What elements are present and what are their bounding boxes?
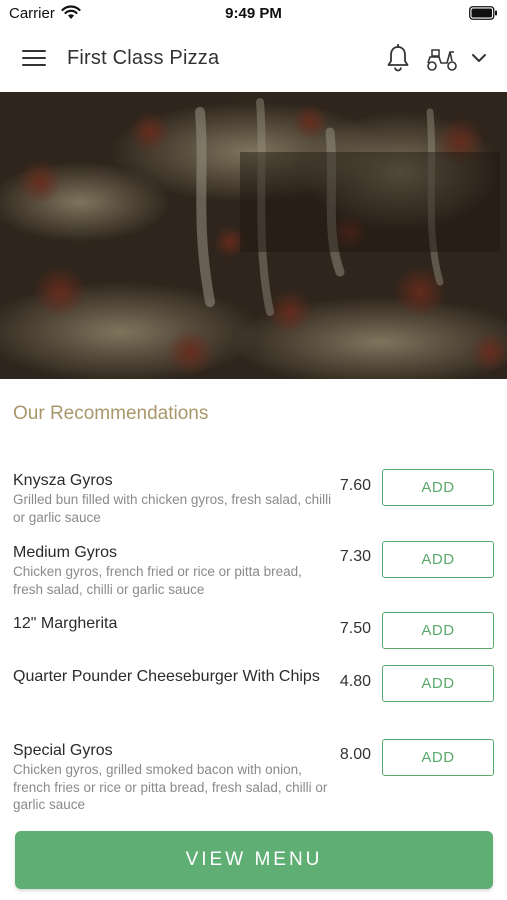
bell-icon[interactable] [385,44,411,72]
app-header: First Class Pizza [0,26,507,92]
item-price: 8.00 [339,746,371,763]
status-time: 9:49 PM [225,5,282,22]
item-name: Knysza Gyros [13,472,113,489]
add-button[interactable]: ADD [382,739,494,776]
add-button[interactable]: ADD [382,469,494,506]
delivery-scooter-icon[interactable] [426,46,458,72]
item-name: Special Gyros [13,742,113,759]
item-name: 12" Margherita [13,615,118,632]
item-price: 7.60 [339,477,371,494]
status-bar: Carrier 9:49 PM [0,0,507,26]
hero-dark-overlay [0,92,507,379]
item-price: 7.50 [339,620,371,637]
hero-pizza-image [0,92,507,379]
item-description: Grilled bun filled with chicken gyros, f… [13,492,332,525]
add-button[interactable]: ADD [382,665,494,702]
restaurant-title: First Class Pizza [67,47,220,69]
battery-icon [469,6,497,20]
hamburger-menu-icon[interactable] [22,50,46,68]
item-description: Chicken gyros, grilled smoked bacon with… [13,762,328,812]
add-button[interactable]: ADD [382,612,494,649]
item-name: Medium Gyros [13,544,118,561]
view-menu-button[interactable]: VIEW MENU [15,831,493,889]
add-button[interactable]: ADD [382,541,494,578]
chevron-down-icon[interactable] [470,50,488,66]
item-price: 7.30 [339,548,371,565]
item-price: 4.80 [339,673,371,690]
item-description: Chicken gyros, french fried or rice or p… [13,564,302,597]
section-title: Our Recommendations [13,403,209,424]
item-name: Quarter Pounder Cheeseburger With Chips [13,668,320,685]
